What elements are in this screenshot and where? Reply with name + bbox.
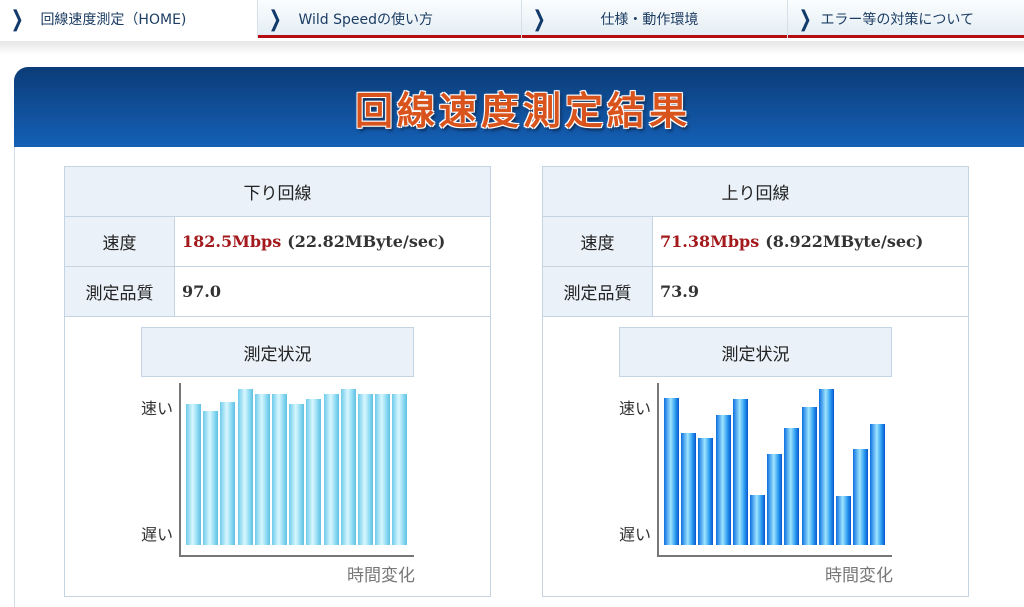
panel-title: 下り回線 (65, 167, 490, 217)
speed-label: 速度 (543, 217, 653, 266)
status-heading: 測定状況 (619, 327, 892, 377)
nav-label: エラー等の対策について (820, 12, 975, 28)
chart-bar (732, 399, 748, 545)
speed-bytes: (22.82MByte/sec) (287, 232, 446, 251)
speed-value: 182.5Mbps (182, 232, 282, 251)
download-chart: 速い 遅い 時間変化 (65, 383, 492, 598)
nav-shadow (0, 41, 1024, 55)
bar-area (664, 383, 890, 545)
chart-bar (784, 428, 800, 545)
upload-panel: 上り回線 速度 71.38Mbps (8.922MByte/sec) 測定品質 73.… (542, 166, 969, 597)
quality-value: 97.0 (182, 282, 221, 301)
result-banner: 回線速度測定結果 (14, 67, 1024, 147)
x-axis (657, 555, 892, 557)
y-label-fast: 速い (619, 399, 652, 418)
chart-bar (698, 438, 714, 545)
chart-bar (323, 394, 339, 545)
chevron-right-icon: ❯ (532, 6, 546, 32)
quality-label: 測定品質 (543, 267, 653, 316)
chart-bar (681, 433, 697, 545)
quality-label: 測定品質 (65, 267, 175, 316)
speed-row: 速度 71.38Mbps (8.922MByte/sec) (543, 217, 968, 267)
top-nav: ❯ 回線速度測定（HOME) ❯ Wild Speedの使い方 ❯ 仕様・動作環境 ❯… (0, 0, 1024, 38)
chart-bar (203, 410, 219, 545)
nav-how-to-use[interactable]: ❯ Wild Speedの使い方 (258, 0, 522, 38)
chart-bar (767, 454, 783, 545)
y-label-slow: 遅い (141, 525, 174, 544)
chart-bar (289, 404, 305, 545)
quality-value: 73.9 (660, 282, 699, 301)
nav-label: Wild Speedの使い方 (298, 12, 433, 28)
y-axis (657, 383, 659, 556)
chart-bar (340, 389, 356, 545)
chart-bar (254, 394, 270, 545)
chart-bar (818, 389, 834, 545)
y-axis (179, 383, 181, 556)
chart-bar (801, 407, 817, 545)
chart-bar (358, 394, 373, 545)
chart-bar (715, 415, 731, 545)
x-label: 時間変化 (825, 566, 893, 586)
chart-bar (750, 494, 765, 545)
x-axis (179, 555, 414, 557)
page-title: 回線速度測定結果 (354, 88, 691, 133)
chart-bar (220, 402, 236, 545)
chart-bar (664, 397, 679, 545)
speed-value: 71.38Mbps (660, 232, 760, 251)
nav-troubleshooting[interactable]: ❯ エラー等の対策について (788, 0, 1024, 38)
x-label: 時間変化 (347, 566, 415, 586)
speed-row: 速度 182.5Mbps (22.82MByte/sec) (65, 217, 490, 267)
chart-bar (870, 423, 886, 545)
chevron-right-icon: ❯ (268, 6, 282, 32)
divider (14, 147, 15, 607)
panel-title: 上り回線 (543, 167, 968, 217)
status-heading: 測定状況 (141, 327, 414, 377)
chart-bar (836, 496, 851, 545)
nav-specs[interactable]: ❯ 仕様・動作環境 (522, 0, 788, 38)
speed-label: 速度 (65, 217, 175, 266)
y-label-slow: 遅い (619, 525, 652, 544)
nav-label: 仕様・動作環境 (600, 12, 699, 28)
chart-bar (853, 449, 869, 545)
chevron-right-icon: ❯ (10, 6, 24, 32)
chart-bar (375, 394, 391, 545)
quality-row: 測定品質 97.0 (65, 267, 490, 317)
chart-bar (186, 404, 201, 545)
speed-bytes: (8.922MByte/sec) (765, 232, 924, 251)
chart-bar (306, 399, 322, 545)
upload-chart: 速い 遅い 時間変化 (543, 383, 970, 598)
bar-area (186, 383, 412, 545)
nav-label: 回線速度測定（HOME) (40, 12, 187, 28)
chevron-right-icon: ❯ (798, 6, 812, 32)
y-label-fast: 速い (141, 399, 174, 418)
nav-home[interactable]: ❯ 回線速度測定（HOME) (0, 0, 258, 38)
download-panel: 下り回線 速度 182.5Mbps (22.82MByte/sec) 測定品質 97.… (64, 166, 491, 597)
chart-bar (272, 394, 287, 545)
quality-row: 測定品質 73.9 (543, 267, 968, 317)
chart-bar (392, 394, 408, 545)
chart-bar (237, 389, 253, 545)
